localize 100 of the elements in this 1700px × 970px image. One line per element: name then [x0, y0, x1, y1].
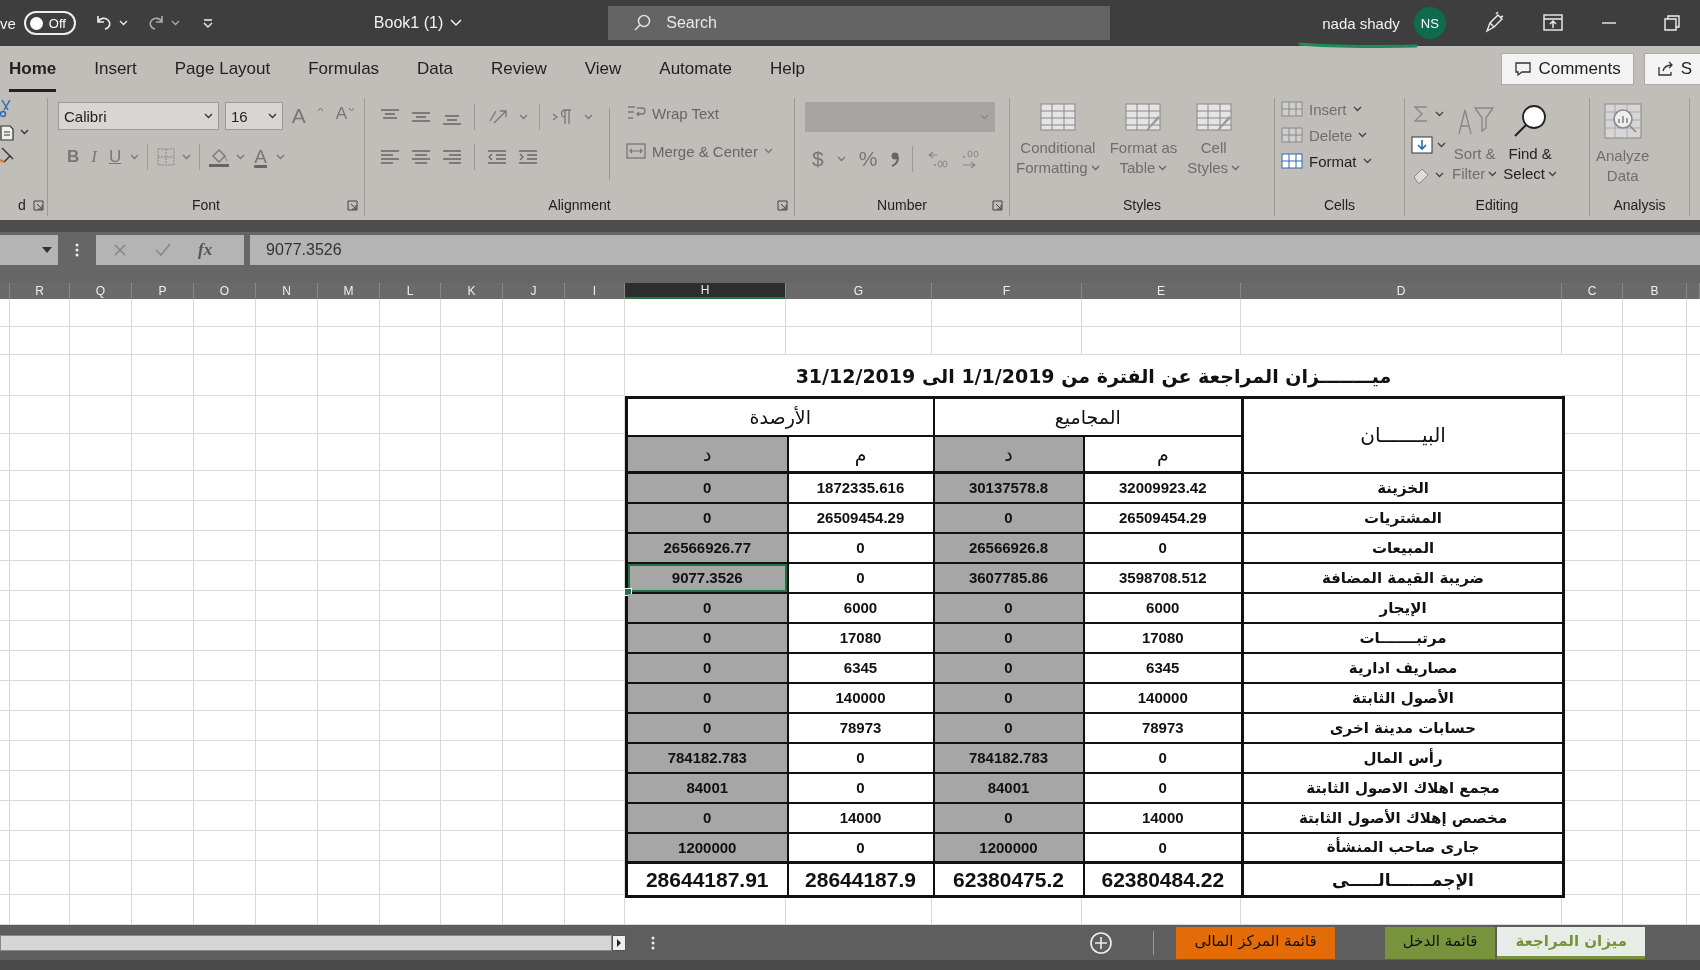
ribbon-tab[interactable]: Formulas — [308, 46, 380, 92]
table-cell[interactable]: 14000 — [787, 802, 934, 833]
add-sheet-icon[interactable] — [1089, 930, 1114, 955]
chevron-icon[interactable] — [20, 129, 29, 135]
table-cell[interactable]: 0 — [626, 652, 788, 683]
column-header[interactable]: F — [932, 283, 1082, 299]
table-cell[interactable]: 84001 — [626, 772, 788, 803]
column-header[interactable]: D — [1241, 283, 1562, 299]
fill-down-icon[interactable] — [1411, 136, 1433, 154]
table-cell[interactable]: 78973 — [787, 712, 934, 743]
ribbon-tab[interactable]: View — [584, 46, 622, 92]
column-header[interactable]: Q — [70, 283, 132, 299]
column-header[interactable]: B — [1623, 283, 1687, 299]
format-painter-icon[interactable] — [0, 146, 14, 164]
column-header[interactable]: J — [503, 283, 565, 299]
font-size-dropdown[interactable]: 16 — [224, 102, 283, 130]
table-cell[interactable]: 26566926.8 — [933, 532, 1084, 563]
increase-indent-icon[interactable] — [517, 148, 539, 166]
chevron-icon[interactable] — [1435, 172, 1444, 178]
customize-icon[interactable] — [201, 17, 214, 29]
table-cell[interactable]: 1200000 — [626, 832, 788, 863]
restore-icon[interactable] — [1663, 15, 1680, 31]
column-header[interactable]: C — [1562, 283, 1623, 299]
ribbon-display-icon[interactable] — [1541, 13, 1564, 33]
table-cell[interactable]: 0 — [933, 622, 1084, 653]
align-left-icon[interactable] — [379, 148, 401, 166]
column-header[interactable]: M — [318, 283, 380, 299]
name-box-field[interactable] — [0, 235, 58, 265]
table-cell[interactable]: 26566926.77 — [626, 532, 788, 563]
more-icon[interactable] — [75, 242, 79, 258]
table-cell[interactable]: 0 — [787, 772, 934, 803]
search-field[interactable]: Search — [608, 6, 1111, 40]
table-cell[interactable]: 84001 — [933, 772, 1084, 803]
avatar[interactable]: NS — [1413, 7, 1446, 39]
comments-button[interactable]: Comments — [1501, 53, 1634, 85]
table-cell[interactable]: 0 — [626, 682, 788, 713]
editing-button[interactable]: Find & Select — [1503, 104, 1558, 184]
table-cell[interactable]: 0 — [626, 712, 788, 743]
table-cell[interactable]: 28644187.9 — [787, 862, 934, 897]
column-header[interactable]: I — [565, 283, 625, 299]
align-center-icon[interactable] — [410, 148, 432, 166]
table-cell[interactable]: 1200000 — [933, 832, 1084, 863]
decrease-indent-icon[interactable] — [486, 148, 508, 166]
share-button[interactable]: S — [1643, 53, 1700, 85]
chevron-icon[interactable] — [1437, 142, 1446, 148]
column-header[interactable]: K — [441, 283, 503, 299]
column-header[interactable]: O — [194, 283, 256, 299]
table-cell[interactable]: 0 — [626, 802, 788, 833]
dialog-launcher-icon[interactable] — [992, 200, 1003, 211]
user-name[interactable]: nada shady — [1322, 14, 1400, 32]
table-cell[interactable]: 9077.3526 — [626, 562, 788, 593]
ribbon-tab[interactable]: Data — [417, 46, 453, 92]
ribbon-tab[interactable]: Automate — [659, 46, 733, 92]
scissors-icon[interactable] — [0, 100, 14, 118]
insert-function-button[interactable]: fx — [198, 240, 213, 260]
horizontal-scrollbar[interactable] — [0, 934, 612, 951]
scroll-right-icon[interactable] — [612, 934, 626, 951]
more-icon[interactable] — [651, 934, 655, 951]
table-cell[interactable]: 26509454.29 — [787, 502, 934, 533]
column-header[interactable]: G — [786, 283, 932, 299]
column-header[interactable]: P — [132, 283, 194, 299]
table-cell[interactable]: 0 — [626, 592, 788, 623]
column-header[interactable]: N — [256, 283, 318, 299]
align-right-icon[interactable] — [441, 148, 463, 166]
comma-style-icon[interactable] — [890, 151, 901, 167]
cancel-icon[interactable] — [112, 242, 128, 258]
formula-field[interactable]: 9077.3526 — [250, 235, 1700, 265]
font-name-dropdown[interactable]: Calibri — [58, 102, 219, 130]
table-cell[interactable]: 3607785.86 — [933, 562, 1084, 593]
table-cell[interactable]: 0 — [626, 502, 788, 533]
table-cell[interactable]: 0 — [933, 712, 1084, 743]
table-cell[interactable]: 1872335.616 — [787, 472, 934, 503]
column-header[interactable]: H — [625, 283, 786, 299]
cells-button[interactable]: Format — [1281, 152, 1398, 170]
column-header[interactable]: R — [10, 283, 70, 299]
table-cell[interactable]: 28644187.91 — [626, 862, 788, 897]
dialog-launcher-icon[interactable] — [347, 200, 358, 211]
ribbon-tab[interactable]: Review — [491, 46, 547, 92]
table-cell[interactable]: 0 — [933, 802, 1084, 833]
table-cell[interactable]: 0 — [787, 562, 934, 593]
table-cell[interactable]: 0 — [787, 742, 934, 773]
table-cell[interactable]: 0 — [626, 622, 788, 653]
dialog-launcher-icon[interactable] — [777, 200, 788, 211]
sheet-tab[interactable]: قائمة الدخل — [1384, 926, 1496, 959]
eraser-icon[interactable] — [1411, 166, 1431, 184]
table-cell[interactable]: 30137578.8 — [933, 472, 1084, 503]
autosave-toggle[interactable]: Off — [23, 11, 76, 35]
copy-icon[interactable] — [0, 123, 16, 141]
table-cell[interactable]: 0 — [933, 592, 1084, 623]
chevron-icon[interactable] — [1435, 111, 1444, 117]
dialog-launcher-icon[interactable] — [33, 200, 44, 211]
table-cell[interactable]: 0 — [933, 682, 1084, 713]
enter-icon[interactable] — [154, 242, 172, 258]
table-cell[interactable]: 0 — [787, 532, 934, 563]
table-cell[interactable]: 784182.783 — [626, 742, 788, 773]
table-cell[interactable]: 6345 — [787, 652, 934, 683]
ribbon-tab[interactable]: Page Layout — [174, 46, 271, 92]
table-cell[interactable]: 0 — [933, 652, 1084, 683]
table-cell[interactable]: 0 — [933, 502, 1084, 533]
table-cell[interactable]: 0 — [626, 472, 788, 503]
